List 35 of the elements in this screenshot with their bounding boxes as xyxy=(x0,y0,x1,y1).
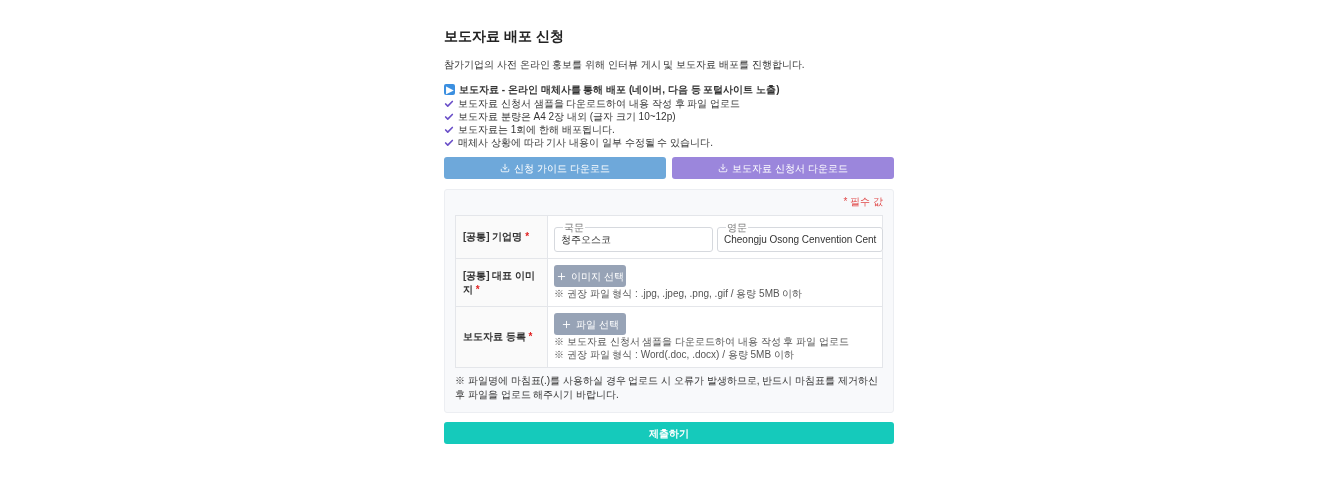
notice-item: 매체사 상황에 따라 기사 내용이 일부 수정될 수 있습니다. xyxy=(458,136,713,149)
field-legend: 영문 xyxy=(726,222,748,233)
field-value: 청주오스코 xyxy=(561,233,612,246)
file-note: ※ 권장 파일 형식 : Word(.doc, .docx) / 용량 5MB 이하 xyxy=(554,349,795,361)
download-icon xyxy=(500,163,511,173)
play-icon: ▶ xyxy=(444,84,455,95)
select-file-button[interactable]: 이미지 선택 xyxy=(554,265,626,287)
row-label: [공통] 기업명 * xyxy=(463,230,530,244)
text-field[interactable]: 국문 청주오스코 xyxy=(554,222,713,252)
check-icon xyxy=(444,137,454,148)
submit-button[interactable]: 제출하기 xyxy=(444,422,894,444)
notice-item: 보도자료는 1회에 한해 배포됩니다. xyxy=(458,123,615,136)
plus-icon xyxy=(561,318,573,330)
notice-item: 보도자료 분량은 A4 2장 내외 (글자 크기 10~12p) xyxy=(458,110,676,123)
check-icon xyxy=(444,98,454,109)
intro-text: 참가기업의 사전 온라인 홍보를 위해 인터뷰 게시 및 보도자료 배포를 진행합니다. xyxy=(444,58,806,72)
page-title: 보도자료 배포 신청 xyxy=(444,27,565,46)
check-icon xyxy=(444,111,454,122)
field-value: Cheongju Osong Cenvention Cent xyxy=(724,233,877,246)
footnote: ※ 파일명에 마침표(.)를 사용하실 경우 업로드 시 오류가 발생하므로, 반드시 마침표를 제거하신 후 파일을 업로드 해주시기 바랍니다. xyxy=(455,374,879,402)
required-note: * 필수 값 xyxy=(843,195,883,209)
row-label: [공통] 대표 이미지 * xyxy=(463,268,537,297)
plus-icon xyxy=(556,270,568,282)
select-file-button[interactable]: 파일 선택 xyxy=(554,313,626,335)
download-button[interactable]: 신청 가이드 다운로드 xyxy=(444,157,666,179)
notice-item: 보도자료 신청서 샘플을 다운로드하여 내용 작성 후 파일 업로드 xyxy=(458,97,741,110)
notice-heading: 보도자료 - 온라인 매체사를 통해 배포 (네이버, 다음 등 포털사이트 노출) xyxy=(459,83,780,97)
text-field[interactable]: 영문 Cheongju Osong Cenvention Cent xyxy=(717,222,884,252)
field-legend: 국문 xyxy=(563,222,585,233)
check-icon xyxy=(444,124,454,135)
download-icon xyxy=(718,163,729,173)
row-label: 보도자료 등록 * xyxy=(463,330,533,344)
file-note: ※ 권장 파일 형식 : .jpg, .jpeg, .png, .gif / 용량 5MB 이하 xyxy=(554,288,804,300)
file-note: ※ 보도자료 신청서 샘플을 다운로드하여 내용 작성 후 파일 업로드 xyxy=(554,336,850,348)
download-button[interactable]: 보도자료 신청서 다운로드 xyxy=(672,157,894,179)
